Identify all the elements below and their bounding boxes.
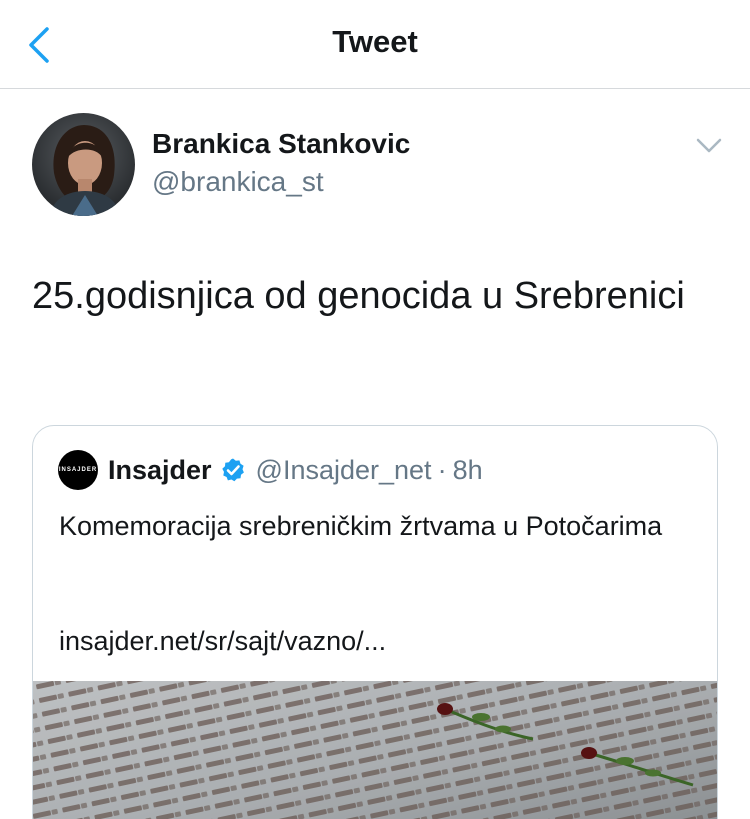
verified-badge-icon bbox=[220, 457, 246, 483]
quoted-tweet-header: Insajder @Insajder_net · 8h bbox=[108, 452, 483, 488]
quoted-author-handle[interactable]: @Insajder_net bbox=[256, 455, 432, 486]
author-handle[interactable]: @brankica_st bbox=[152, 166, 324, 198]
tweet-menu-button[interactable] bbox=[694, 133, 724, 159]
quoted-tweet-link[interactable]: insajder.net/sr/sajt/vazno/... bbox=[59, 621, 689, 661]
page-title: Tweet bbox=[332, 24, 418, 59]
author-avatar[interactable] bbox=[32, 113, 135, 216]
tweet-text: 25.godisnjica od genocida u Srebrenici bbox=[32, 275, 685, 317]
quoted-tweet-text: Komemoracija srebreničkim žrtvama u Poto… bbox=[59, 511, 663, 541]
quoted-tweet-card[interactable]: INSAJDER Insajder @Insajder_net · 8h Kom… bbox=[32, 425, 718, 819]
chevron-down-icon bbox=[696, 138, 722, 153]
quoted-tweet-time: 8h bbox=[452, 454, 483, 485]
quoted-author-avatar[interactable]: INSAJDER bbox=[58, 450, 98, 490]
memorial-photo[interactable] bbox=[33, 681, 717, 819]
author-name[interactable]: Brankica Stankovic bbox=[152, 128, 410, 160]
tweet-detail-screen: Tweet Brankica Stankovic @brankica_st 25… bbox=[0, 0, 750, 819]
separator-dot: · bbox=[437, 454, 447, 485]
quoted-author-name[interactable]: Insajder bbox=[108, 455, 212, 486]
navigation-bar: Tweet bbox=[0, 0, 750, 89]
